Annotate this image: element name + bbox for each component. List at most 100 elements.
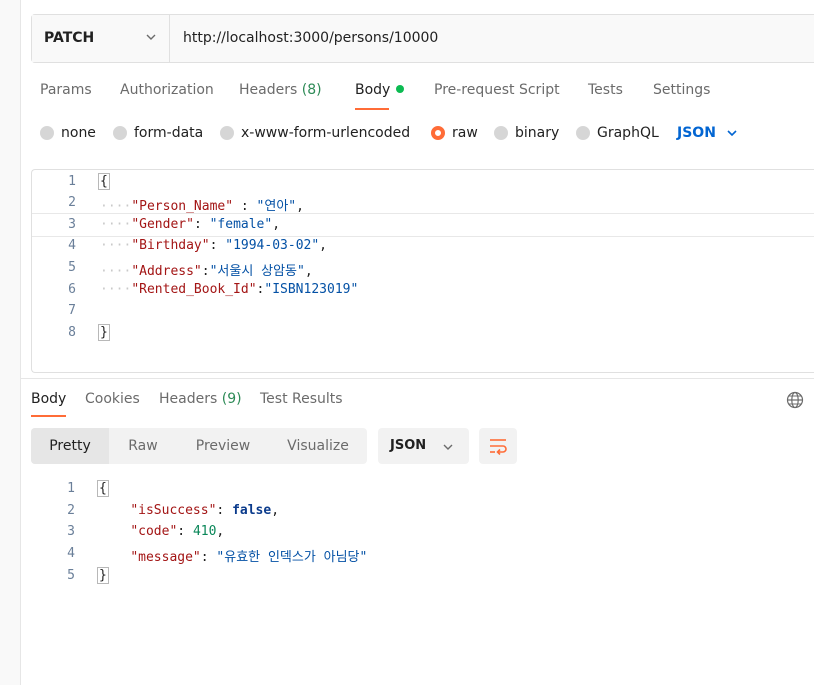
radio-label: form-data (134, 125, 204, 141)
radio-label: none (61, 125, 96, 141)
tab-body[interactable]: Body (355, 82, 405, 98)
line-number: 6 (68, 282, 76, 297)
code-text: } (98, 324, 110, 341)
left-sidebar-strip (0, 0, 21, 685)
method-label: PATCH (44, 30, 95, 46)
json-value: "서울시 상암동" (209, 264, 305, 279)
radio-x-www-form-urlencoded[interactable]: x-www-form-urlencoded (220, 125, 410, 141)
code-line: 4 ····"Birthday": "1994-03-02", (32, 235, 814, 257)
url-input[interactable]: http://localhost:3000/persons/10000 (183, 30, 438, 46)
json-trail: , (319, 238, 327, 253)
wrap-lines-button[interactable] (479, 428, 517, 464)
code-text: ····"Gender": "female", (100, 217, 281, 232)
radio-graphql[interactable]: GraphQL (576, 125, 659, 141)
active-tab-indicator (355, 108, 389, 110)
line-number: 5 (67, 568, 75, 583)
json-key: "Gender" (131, 217, 194, 232)
radio-form-data[interactable]: form-data (113, 125, 203, 141)
code-text: } (97, 567, 109, 584)
radio-label: raw (452, 125, 478, 141)
radio-circle-selected (431, 126, 445, 140)
brace: } (98, 324, 110, 341)
tab-cookies[interactable]: Cookies (85, 391, 140, 407)
json-sep: : (209, 238, 226, 253)
radio-raw[interactable]: raw (431, 125, 478, 141)
json-value: "female" (209, 217, 273, 232)
code-line: 5 ····"Address":"서울시 상암동", (32, 257, 814, 279)
response-view-tabs: Pretty Raw Preview Visualize (31, 428, 367, 464)
code-line: 8} (32, 322, 814, 344)
tab-test-results[interactable]: Test Results (260, 391, 343, 407)
view-preview[interactable]: Preview (177, 428, 269, 464)
radio-circle (494, 126, 508, 140)
response-format-select[interactable]: JSON (378, 428, 469, 464)
tab-authorization[interactable]: Authorization (120, 82, 214, 98)
radio-label: x-www-form-urlencoded (241, 125, 411, 141)
json-key: "message" (130, 550, 201, 565)
view-raw[interactable]: Raw (109, 428, 177, 464)
response-format-label: JSON (390, 438, 427, 453)
code-line: 7 (32, 300, 814, 322)
line-number: 2 (67, 503, 75, 518)
line-number: 7 (68, 303, 76, 318)
radio-circle (576, 126, 590, 140)
view-visualize[interactable]: Visualize (269, 428, 367, 464)
code-text: ····"Address":"서울시 상암동", (100, 264, 313, 279)
tab-params[interactable]: Params (40, 82, 92, 98)
radio-label: binary (515, 125, 560, 141)
request-body-editor[interactable]: 1 { 2 ····"Person_Name" : "연아", 3 ····"Gend… (31, 169, 814, 373)
body-modified-dot-icon (396, 85, 405, 93)
view-pretty[interactable]: Pretty (31, 428, 109, 464)
chevron-down-icon (727, 130, 737, 137)
json-key: "Rented_Book_Id" (131, 282, 257, 297)
json-key: "isSuccess" (130, 503, 217, 518)
code-text: { (98, 173, 110, 190)
line-number: 3 (67, 524, 75, 539)
tab-tests[interactable]: Tests (588, 82, 623, 98)
globe-icon[interactable] (786, 391, 804, 409)
method-dropdown[interactable]: PATCH (32, 15, 170, 62)
code-text: "message": "유효한 인덱스가 아님당" (130, 550, 368, 565)
tab-settings[interactable]: Settings (653, 82, 710, 98)
body-format-label: JSON (677, 125, 716, 141)
line-number: 8 (68, 325, 76, 340)
line-number: 3 (68, 217, 76, 232)
response-body-viewer[interactable]: 1{ 2 "isSuccess": false, 3 "code": 410, … (31, 478, 814, 588)
line-number: 4 (67, 546, 75, 561)
radio-circle (40, 126, 54, 140)
code-text: ····"Rented_Book_Id":"ISBN123019" (100, 282, 359, 297)
pane-divider[interactable] (20, 378, 814, 379)
line-number: 2 (68, 195, 76, 210)
tab-response-headers[interactable]: Headers (9) (159, 391, 242, 407)
chevron-down-icon (146, 34, 156, 40)
line-number: 1 (67, 481, 75, 496)
radio-circle (113, 126, 127, 140)
active-response-tab-indicator (31, 415, 66, 417)
brace: { (98, 173, 110, 190)
code-line: 2 ····"Person_Name" : "연아", (32, 192, 814, 214)
wrap-lines-icon (490, 439, 507, 455)
radio-circle (220, 126, 234, 140)
line-number: 5 (68, 260, 76, 275)
code-text: ····"Birthday": "1994-03-02", (100, 238, 327, 253)
body-format-select[interactable]: JSON (677, 125, 738, 141)
tab-body-label: Body (355, 82, 391, 98)
json-value: false (232, 503, 272, 518)
tab-pre-request-script[interactable]: Pre-request Script (434, 82, 560, 98)
tab-response-body[interactable]: Body (31, 391, 66, 407)
tab-response-headers-label: Headers (159, 391, 218, 407)
tab-headers[interactable]: Headers (8) (239, 82, 322, 98)
line-number: 4 (68, 238, 76, 253)
request-url-bar: PATCH http://localhost:3000/persons/1000… (31, 14, 814, 63)
radio-label: GraphQL (597, 125, 659, 141)
json-key: "Person_Name" (131, 199, 234, 214)
radio-none[interactable]: none (40, 125, 96, 141)
tab-headers-count: (8) (301, 82, 322, 98)
code-line: 2 "isSuccess": false, (31, 500, 814, 522)
line-number: 1 (68, 174, 76, 189)
code-line-current: 3 ····"Gender": "female", (32, 213, 814, 237)
json-key: "Address" (131, 264, 202, 279)
json-trail: , (296, 199, 304, 214)
json-trail: , (304, 264, 313, 279)
radio-binary[interactable]: binary (494, 125, 559, 141)
